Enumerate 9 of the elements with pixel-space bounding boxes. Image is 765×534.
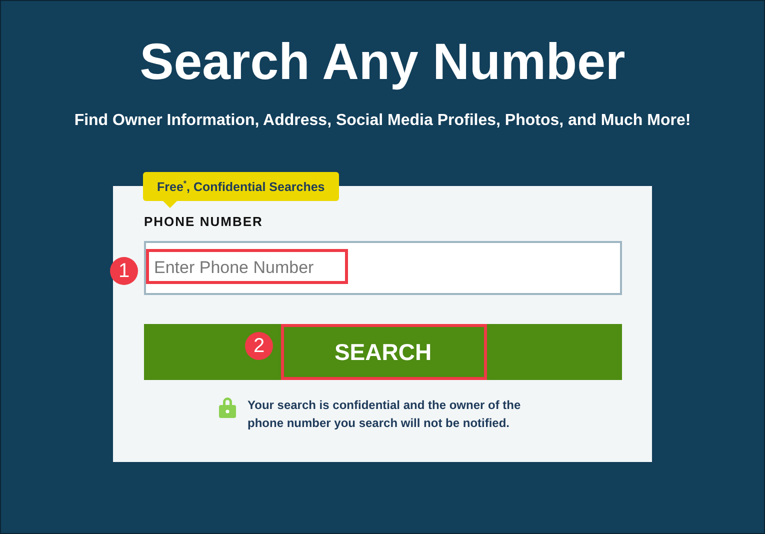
badge: Free$^{*}$, Confidential Searches (143, 172, 339, 202)
phone-input-field[interactable]: Enter Phone Number (144, 241, 622, 295)
privacy-note: Your search is confidential and the owner of the phone number you search will not be notified. (248, 397, 522, 432)
lock-icon (218, 396, 236, 418)
page-title: Search Any Number (140, 32, 626, 92)
badge-pointer (163, 201, 177, 208)
field-label: PHONE NUMBER (144, 214, 264, 230)
step-marker: 1 (110, 257, 138, 285)
subtitle: Find Owner Information, Address, Social Media Profiles, Photos, and Much More! (74, 111, 691, 131)
